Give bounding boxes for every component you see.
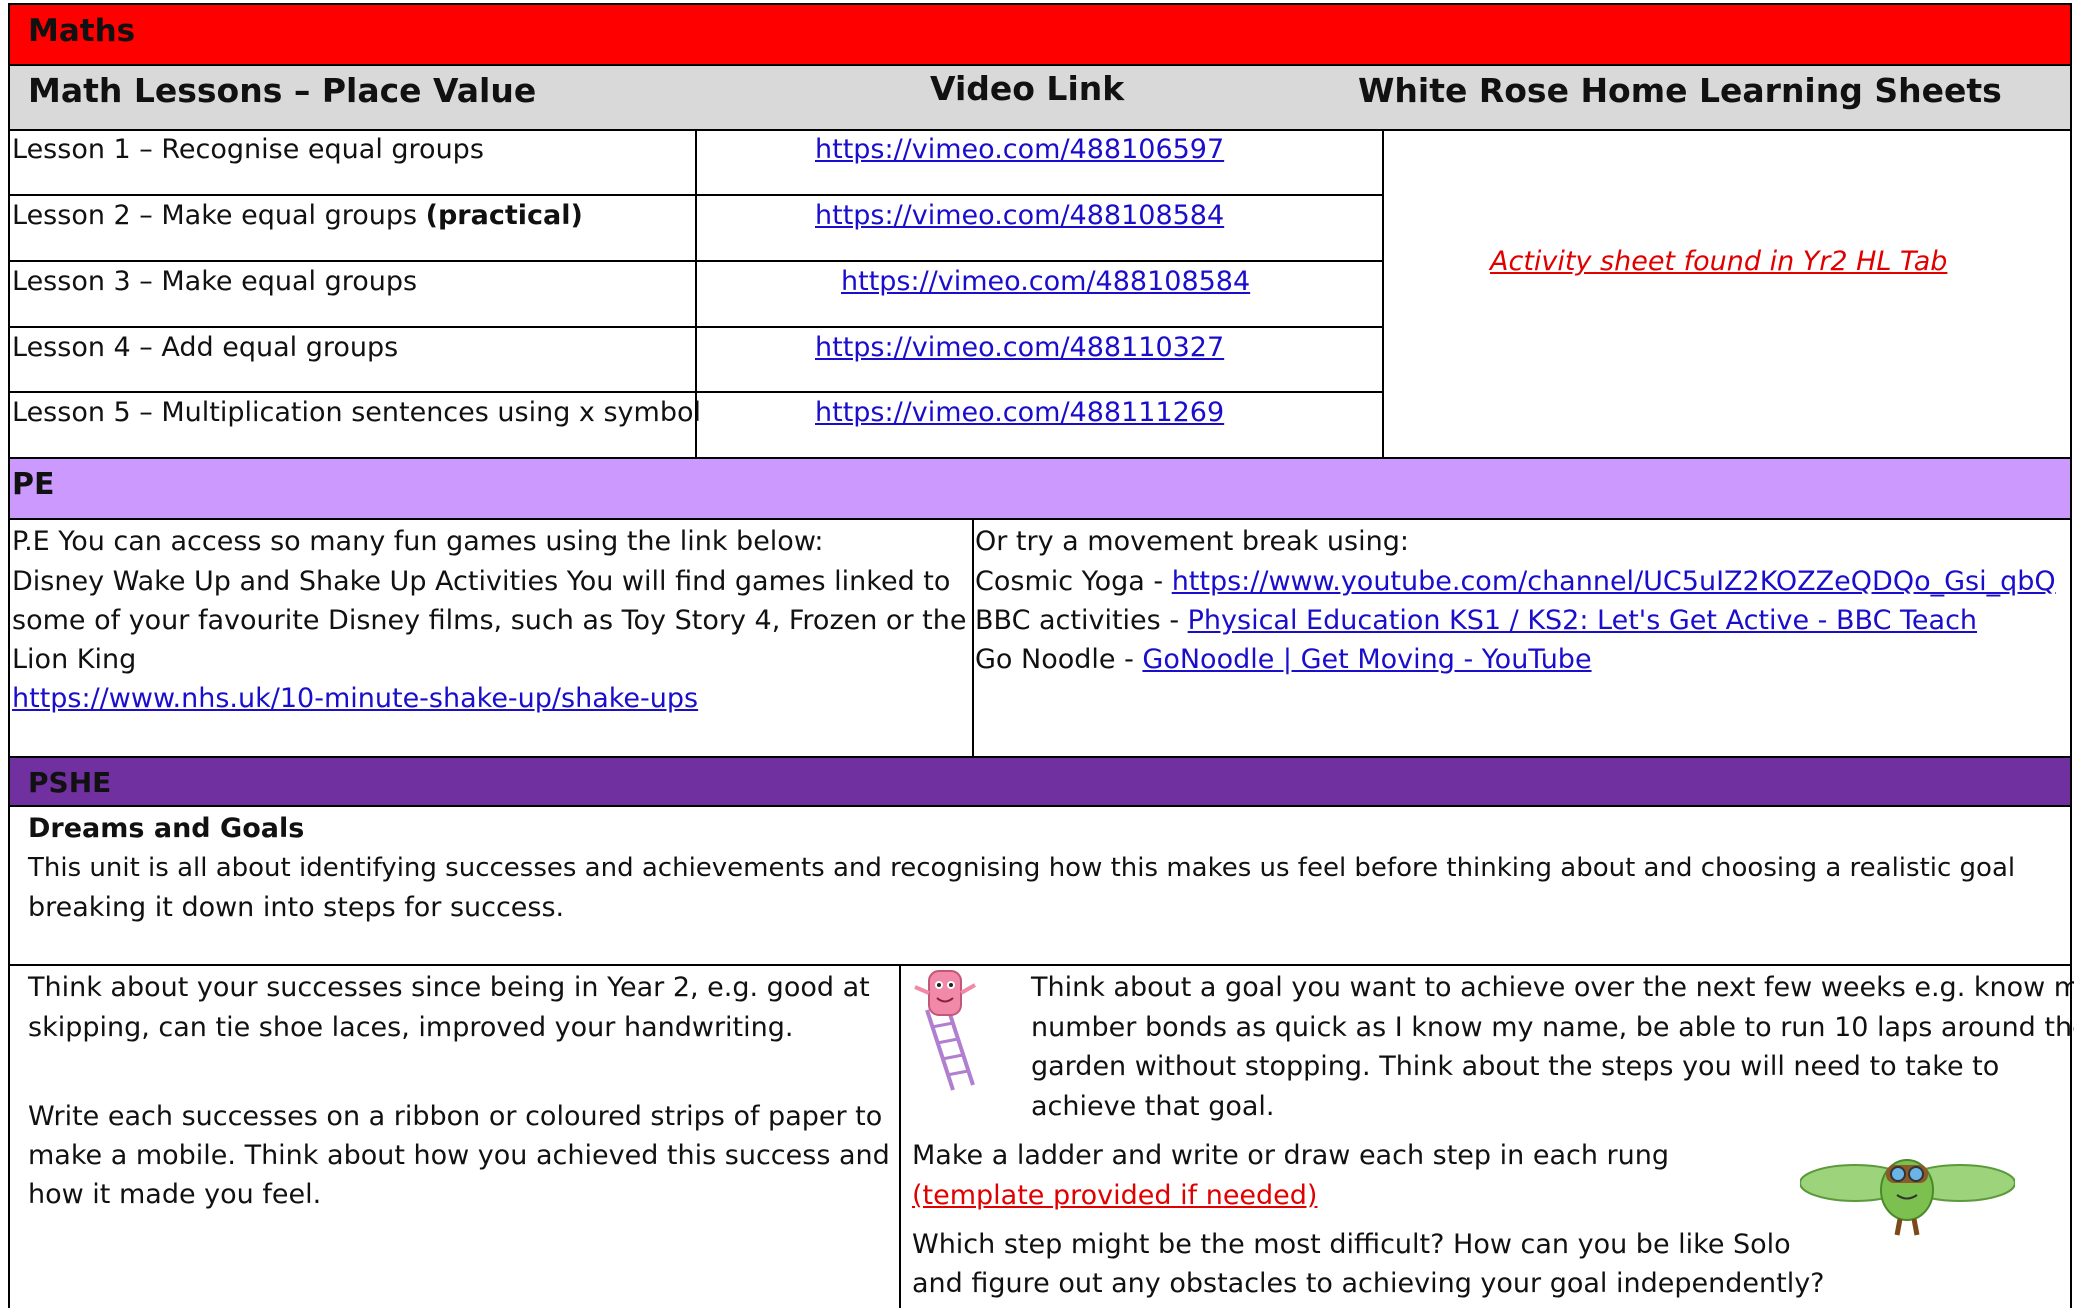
- divider: [10, 129, 2071, 131]
- divider: [8, 64, 2072, 66]
- lesson-3-title: Lesson 3 – Make equal groups: [12, 262, 417, 301]
- lesson-title-text: Lesson 1 – Recognise equal groups: [12, 134, 484, 165]
- activity-label: BBC activities -: [975, 605, 1188, 636]
- pshe-right-text: and figure out any obstacles to achievin…: [912, 1268, 1825, 1299]
- col-header-lessons: Math Lessons – Place Value: [28, 71, 537, 110]
- pshe-left-text: skipping, can tie shoe laces, improved y…: [28, 1012, 794, 1043]
- pe-left-line: P.E You can access so many fun games usi…: [12, 526, 824, 557]
- lesson-title-text: Lesson 3 – Make equal groups: [12, 266, 418, 297]
- col-header-sheets: White Rose Home Learning Sheets: [1358, 71, 2002, 110]
- bbc-teach-link[interactable]: Physical Education KS1 / KS2: Let's Get …: [1188, 605, 1977, 636]
- lesson-1-title: Lesson 1 – Recognise equal groups: [12, 130, 484, 169]
- table-top-border: [8, 3, 2072, 5]
- lesson-1-video-link[interactable]: https://vimeo.com/488106597: [815, 130, 1224, 169]
- cosmic-yoga-link[interactable]: https://www.youtube.com/channel/UC5uIZ2K…: [1172, 566, 2056, 597]
- nhs-shake-up-link[interactable]: https://www.nhs.uk/10-minute-shake-up/sh…: [12, 679, 698, 718]
- gonoodle-link[interactable]: GoNoodle | Get Moving - YouTube: [1142, 644, 1591, 675]
- pshe-left-text: make a mobile. Think about how you achie…: [28, 1140, 890, 1171]
- divider: [10, 805, 2071, 807]
- pshe-left-text: Think about your successes since being i…: [28, 972, 870, 1003]
- pshe-unit-title: Dreams and Goals: [28, 813, 305, 844]
- pshe-section-title: PSHE: [28, 766, 112, 799]
- maths-header-bar: [10, 5, 2071, 65]
- pshe-right-text: number bonds as quick as I know my name,…: [1031, 1012, 2074, 1043]
- divider: [10, 326, 1384, 328]
- activity-label: Cosmic Yoga -: [975, 566, 1172, 597]
- divider: [10, 260, 1384, 262]
- activity-sheet-note[interactable]: Activity sheet found in Yr2 HL Tab: [1490, 242, 1947, 281]
- pe-left-line: some of your favourite Disney films, suc…: [12, 605, 967, 636]
- divider: [1382, 129, 1384, 458]
- ladder-character-icon: [914, 970, 976, 1091]
- pshe-right-text: achieve that goal.: [1031, 1091, 1275, 1122]
- divider: [10, 391, 1384, 393]
- pshe-left-text: how it made you feel.: [28, 1179, 322, 1210]
- lesson-2-video-link[interactable]: https://vimeo.com/488108584: [815, 196, 1224, 235]
- lesson-2-title: Lesson 2 – Make equal groups (practical): [12, 196, 583, 235]
- lesson-title-text: Lesson 5 – Multiplication sentences usin…: [12, 397, 701, 428]
- activity-label: Go Noodle -: [975, 644, 1143, 675]
- pe-right-item-bbc: BBC activities - Physical Education KS1 …: [975, 601, 1977, 640]
- pshe-right-text: Which step might be the most difficult? …: [912, 1229, 1791, 1260]
- lesson-title-text: Lesson 2 – Make equal groups: [12, 200, 426, 231]
- pe-right-item-cosmic-yoga: Cosmic Yoga - https://www.youtube.com/ch…: [975, 562, 2056, 601]
- lesson-5-video-link[interactable]: https://vimeo.com/488111269: [815, 393, 1224, 432]
- pshe-right-text: garden without stopping. Think about the…: [1031, 1051, 2000, 1082]
- pshe-header-bar: [10, 757, 2071, 805]
- lesson-4-title: Lesson 4 – Add equal groups: [12, 328, 398, 367]
- divider: [8, 756, 2072, 758]
- divider: [695, 129, 697, 458]
- lesson-title-text: Lesson 4 – Add equal groups: [12, 332, 399, 363]
- lesson-5-title: Lesson 5 – Multiplication sentences usin…: [12, 393, 701, 432]
- divider: [10, 194, 1384, 196]
- pshe-right-text: Think about a goal you want to achieve o…: [1031, 972, 2074, 1003]
- lesson-4-video-link[interactable]: https://vimeo.com/488110327: [815, 328, 1224, 367]
- divider: [10, 964, 2071, 966]
- solo-character-icon: [1800, 1159, 2015, 1236]
- pe-section-title: PE: [12, 467, 55, 502]
- pe-right-intro: Or try a movement break using:: [975, 526, 1409, 557]
- divider: [899, 964, 901, 1308]
- divider: [8, 457, 2072, 459]
- divider: [10, 518, 2071, 520]
- pe-left-line: Disney Wake Up and Shake Up Activities Y…: [12, 566, 951, 597]
- template-link[interactable]: (template provided if needed): [912, 1176, 1317, 1215]
- pe-right-item-gonoodle: Go Noodle - GoNoodle | Get Moving - YouT…: [975, 640, 1592, 679]
- table-right-border: [2070, 3, 2072, 1308]
- col-header-video: Video Link: [930, 69, 1125, 108]
- ladder-instruction: Make a ladder and write or draw each ste…: [912, 1140, 1669, 1171]
- pe-left-line: Lion King: [12, 644, 137, 675]
- pe-header-bar: [10, 458, 2071, 518]
- lesson-3-video-link[interactable]: https://vimeo.com/488108584: [841, 262, 1250, 301]
- pshe-intro-line: breaking it down into steps for success.: [28, 892, 565, 923]
- lesson-title-bold: (practical): [425, 200, 583, 231]
- pshe-left-text: Write each successes on a ribbon or colo…: [28, 1101, 883, 1132]
- maths-section-title: Maths: [28, 13, 136, 49]
- table-left-border: [8, 3, 10, 1308]
- divider: [972, 518, 974, 757]
- pshe-intro-line: This unit is all about identifying succe…: [28, 853, 2016, 883]
